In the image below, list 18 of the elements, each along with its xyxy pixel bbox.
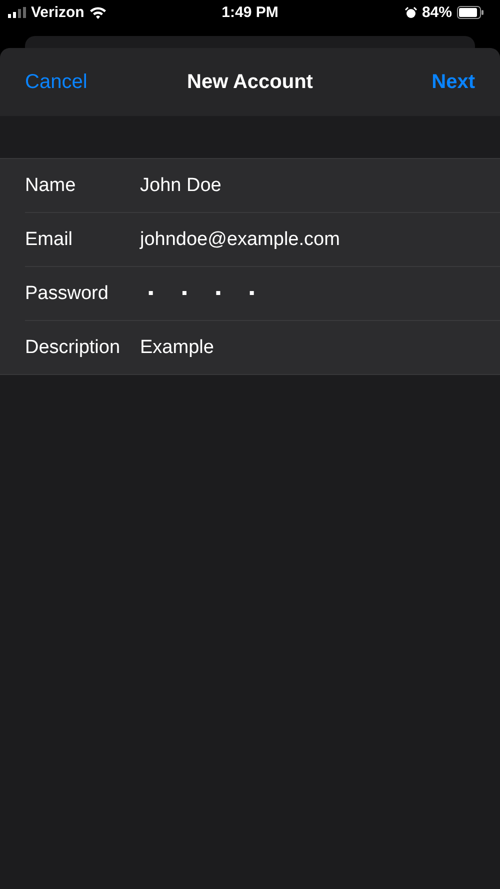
field-label: Password [25, 282, 110, 304]
input-field[interactable]: Example [140, 336, 214, 358]
wifi-icon [89, 6, 108, 19]
battery-percent: 84% [422, 4, 452, 21]
window-title: New Account [187, 70, 313, 94]
field-label: Description [25, 336, 122, 358]
field-label: Email [25, 228, 74, 250]
carrier-name: Verizon [31, 4, 84, 21]
status-time: 1:49 PM [222, 4, 278, 21]
battery-icon [457, 6, 484, 19]
cancel-button[interactable]: Cancel [25, 70, 88, 94]
input-field[interactable]: johndoe@example.com [140, 228, 340, 250]
field-label: Name [25, 174, 77, 196]
password-field[interactable]: ▪▪▪▪ [140, 284, 283, 302]
input-field[interactable]: John Doe [140, 174, 222, 196]
alarm-icon [404, 6, 417, 18]
signal-icon [8, 7, 26, 18]
next-button[interactable]: Next [432, 70, 475, 94]
